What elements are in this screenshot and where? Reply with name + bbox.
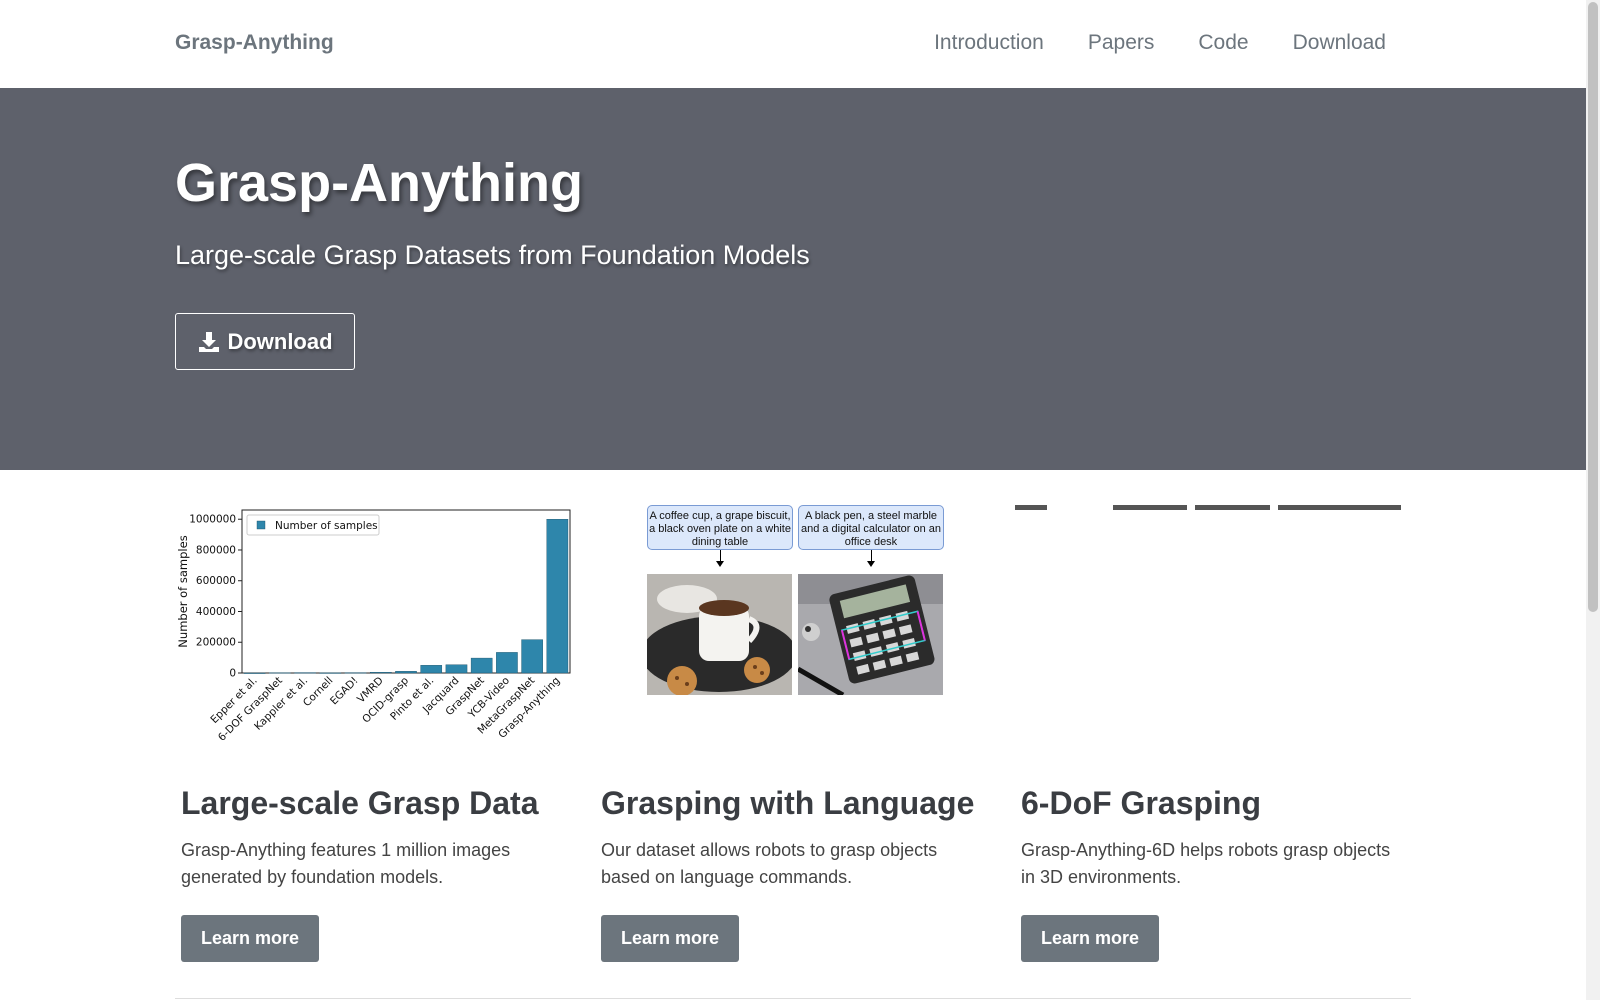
samples-bar-chart: 0 200000 400000 600000 800000 1000000 Epper et…: [175, 505, 575, 745]
scrollbar-thumb[interactable]: [1588, 2, 1598, 612]
bar: [294, 672, 316, 674]
nav-link-download[interactable]: Download: [1293, 31, 1386, 55]
nav-link-code[interactable]: Code: [1198, 31, 1248, 55]
arrowhead: [716, 561, 724, 567]
nav-link-introduction[interactable]: Introduction: [934, 31, 1044, 55]
y-tick-label: 200000: [196, 637, 236, 649]
bar: [470, 657, 493, 674]
bar: [496, 652, 518, 674]
navbar: Grasp-Anything Introduction Papers Code …: [0, 0, 1586, 88]
y-tick-label: 1000000: [189, 514, 236, 526]
bar: [445, 664, 468, 674]
bar: [369, 672, 392, 674]
hero-download-button[interactable]: Download: [175, 313, 355, 370]
y-axis-label: Number of samples: [176, 535, 190, 647]
hero-title: Grasp-Anything: [175, 153, 584, 213]
calculator-photo: [798, 574, 943, 695]
brand-link[interactable]: Grasp-Anything: [175, 31, 334, 55]
image-fragment: [1195, 505, 1270, 510]
coffee-cup-photo: [647, 574, 792, 695]
feature-text: Grasp-Anything-6D helps robots grasp obj…: [1021, 840, 1391, 887]
y-tick-label: 0: [229, 668, 236, 680]
nav-links: Introduction Papers Code Download: [934, 31, 1386, 55]
bar: [546, 519, 569, 674]
feature-title: 6-DoF Grasping: [1021, 785, 1262, 821]
y-tick-label: 600000: [196, 575, 236, 587]
bar: [243, 672, 266, 674]
caption-bubble: A black pen, a steel marble and a digita…: [798, 505, 944, 550]
image-fragment: [1015, 505, 1047, 510]
section-divider: [175, 998, 1411, 999]
bar: [344, 672, 367, 674]
samples-chart-svg: 02000004000006000008000001000000Epper et…: [176, 509, 571, 744]
y-tick-label: 400000: [196, 606, 236, 618]
learn-more-button[interactable]: Learn more: [181, 915, 319, 962]
feature-card-language: A coffee cup, a grape biscuit, a black o…: [595, 505, 995, 962]
legend-label: Number of samples: [275, 520, 378, 532]
feature-title: Large-scale Grasp Data: [181, 785, 539, 821]
learn-more-button[interactable]: Learn more: [601, 915, 739, 962]
bar: [269, 672, 291, 674]
feature-text: Grasp-Anything features 1 million images…: [181, 840, 511, 887]
page-scrollbar[interactable]: [1586, 0, 1600, 1000]
y-tick-label: 800000: [196, 544, 236, 556]
6dof-image: [1015, 505, 1415, 745]
x-tick-label: EGAD!: [328, 675, 361, 708]
caption-bubble: A coffee cup, a grape biscuit, a black o…: [647, 505, 793, 550]
bar: [319, 672, 342, 674]
language-figure: A coffee cup, a grape biscuit, a black o…: [595, 505, 995, 745]
bar: [521, 639, 543, 674]
bar: [395, 671, 417, 674]
feature-card-large-scale: 0 200000 400000 600000 800000 1000000 Epper et…: [175, 505, 575, 962]
image-fragment: [1278, 505, 1401, 510]
feature-card-6dof: 6-DoF Grasping Grasp-Anything-6D helps r…: [1015, 505, 1415, 962]
learn-more-button[interactable]: Learn more: [1021, 915, 1159, 962]
arrowhead: [867, 561, 875, 567]
nav-link-papers[interactable]: Papers: [1088, 31, 1155, 55]
legend-swatch: [256, 520, 266, 530]
hero-banner: Grasp-Anything Large-scale Grasp Dataset…: [0, 88, 1586, 470]
download-icon: [199, 331, 220, 352]
feature-title: Grasping with Language: [601, 785, 975, 821]
hero-download-label: Download: [227, 328, 333, 354]
feature-text: Our dataset allows robots to grasp objec…: [601, 840, 938, 887]
image-fragment: [1113, 505, 1187, 510]
hero-subtitle: Large-scale Grasp Datasets from Foundati…: [175, 240, 810, 270]
bar: [420, 665, 443, 674]
